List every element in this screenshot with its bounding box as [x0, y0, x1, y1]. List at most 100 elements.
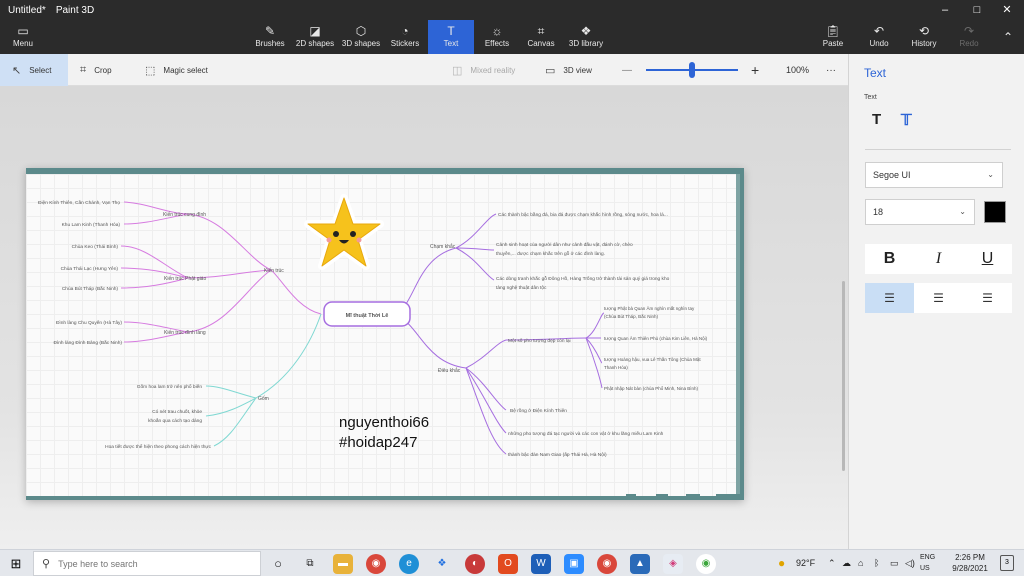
align-center-button[interactable]: ☰: [914, 283, 963, 313]
magic-select-button[interactable]: ⬚ Magic select: [145, 54, 225, 86]
magic-select-icon: ⬚: [145, 64, 156, 77]
star-sticker[interactable]: [304, 194, 384, 270]
edge-icon[interactable]: e: [399, 554, 419, 574]
paste-button[interactable]: 📋︎ Paste: [818, 20, 848, 54]
italic-button[interactable]: I: [914, 244, 963, 274]
cortana-icon[interactable]: ○: [268, 554, 288, 574]
app-icon-red[interactable]: ◐: [465, 554, 485, 574]
chrome-icon[interactable]: ◉: [366, 554, 386, 574]
leaf-tuong-2: tượng Quan Âm Thiên Phủ (chùa Kim Liên, …: [604, 335, 708, 341]
close-button[interactable]: ✕: [990, 0, 1024, 20]
node-kien-truc: Kiến trúc: [264, 268, 284, 274]
font-family-dropdown[interactable]: Segoe UI ⌄: [865, 162, 1003, 188]
text-side-panel: Text Text T 𝕋 Segoe UI ⌄ 18 ⌄ B I U ☰ ☰ ☰: [848, 54, 1024, 549]
chrome-icon-2[interactable]: ◉: [597, 554, 617, 574]
chrome-canary-icon[interactable]: ◉: [696, 554, 716, 574]
menu-button[interactable]: ▭ Menu: [6, 20, 40, 54]
maximize-button[interactable]: □: [960, 0, 994, 20]
canvas-icon: ⌗: [537, 24, 545, 38]
underline-button[interactable]: U: [963, 244, 1012, 274]
weather-temp[interactable]: 92°F: [796, 550, 815, 576]
leaf-tuong-4: Phật nhập Nát bàn (chùa Phổ Minh, Nina B…: [604, 385, 699, 391]
main-ribbon: ▭ Menu ✎ Brushes ◪ 2D shapes ⬡ 3D shapes ◔ St…: [0, 20, 1024, 54]
library-3d-button[interactable]: ❖ 3D library: [566, 20, 606, 54]
cube-icon: ⬡: [355, 24, 367, 38]
photos-icon[interactable]: ▲: [630, 554, 650, 574]
network-icon[interactable]: ⌂: [858, 550, 863, 576]
crop-icon: ⌗: [80, 63, 87, 76]
vertical-scrollbar[interactable]: [842, 281, 845, 471]
leaf-tuong-1b: (Chùa Bút Tháp, Bắc Ninh): [604, 313, 658, 319]
leaf-cham-1: Các thành bậc bằng đá, bia đá được chạm …: [498, 211, 668, 218]
effects-button[interactable]: ☼ Effects: [480, 20, 514, 54]
zoom-app-icon[interactable]: ▣: [564, 554, 584, 574]
crop-button[interactable]: ⌗ Crop: [80, 54, 130, 86]
panel-divider: [865, 149, 1011, 150]
zoom-level[interactable]: 100%: [786, 54, 816, 86]
bluetooth-icon[interactable]: ᛒ: [874, 550, 879, 576]
search-input[interactable]: [58, 558, 239, 569]
bold-button[interactable]: B: [865, 244, 914, 274]
tray-chevron-icon[interactable]: ⌃: [828, 550, 836, 576]
taskbar-search[interactable]: ⚲: [33, 551, 261, 576]
leaf-gom-net-2: khoắn qua cách tạo dáng: [148, 417, 202, 424]
text-2d-icon[interactable]: T: [872, 111, 881, 128]
volume-icon[interactable]: ◁): [905, 550, 915, 576]
shapes-3d-button[interactable]: ⬡ 3D shapes: [340, 20, 382, 54]
file-explorer-icon[interactable]: ▬: [333, 554, 353, 574]
leaf-tuong-3b: Thanh Hóa): [604, 365, 628, 370]
leaf-lam-kinh: Khu Lam Kinh (Thanh Hóa): [62, 222, 121, 228]
shapes-2d-button[interactable]: ◪ 2D shapes: [294, 20, 336, 54]
gom-branches: [205, 313, 322, 447]
select-button[interactable]: ↖ Select: [0, 54, 68, 86]
leaf-dan-nam-giao: thành bậc đàn Nam Giao (ấp Thái Hà, Hà N…: [508, 452, 607, 458]
dropbox-icon[interactable]: ❖: [432, 554, 452, 574]
brush-icon: ✎: [264, 24, 276, 38]
align-right-button[interactable]: ☰: [963, 283, 1012, 313]
text-3d-icon[interactable]: 𝕋: [901, 111, 912, 129]
mixed-reality-button[interactable]: ◫ Mixed reality: [452, 54, 532, 86]
language-indicator[interactable]: ENG US: [920, 552, 935, 574]
weather-icon[interactable]: ●: [778, 550, 785, 576]
leaf-cham-2a: Cảnh sinh hoạt của người dân như cảnh đấ…: [496, 241, 633, 248]
left-labels: Kiến trúc Kiến trúc cung đình Kiến trúc …: [38, 200, 284, 450]
shapes-2d-icon: ◪: [309, 24, 321, 38]
central-node-label: Mĩ thuật Thời Lê: [346, 313, 389, 319]
more-options-button[interactable]: ···: [826, 54, 842, 86]
node-kt-phat-giao: Kiến trúc Phật giáo: [164, 276, 206, 282]
text-tool-button[interactable]: T Text: [428, 20, 474, 54]
sun-icon: ☼: [491, 24, 503, 38]
paint-3d-icon[interactable]: ◈: [663, 554, 683, 574]
align-left-button[interactable]: ☰: [865, 283, 914, 313]
align-center-icon: ☰: [933, 291, 944, 305]
node-pho-tuong: Một số pho tượng đẹp còn lại: [508, 338, 571, 344]
onedrive-icon[interactable]: ☁: [842, 550, 851, 576]
library-icon: ❖: [580, 24, 592, 38]
clock[interactable]: 2:26 PM 9/28/2021: [940, 552, 1000, 574]
canvas-button[interactable]: ⌗ Canvas: [524, 20, 558, 54]
office-icon[interactable]: O: [498, 554, 518, 574]
zoom-out-button[interactable]: —: [622, 54, 636, 86]
cursor-icon: ↖: [12, 64, 22, 77]
watermark-line-1: nguyenthoi66: [339, 414, 430, 431]
undo-button[interactable]: ↶ Undo: [864, 20, 894, 54]
collapse-ribbon-button[interactable]: ⌃: [996, 20, 1020, 54]
history-button[interactable]: ⟲ History: [906, 20, 942, 54]
text-color-swatch[interactable]: [984, 201, 1006, 223]
text-overlay[interactable]: nguyenthoi66 #hoidap247: [339, 413, 429, 453]
task-view-icon[interactable]: ⧉: [300, 554, 320, 574]
word-icon[interactable]: W: [531, 554, 551, 574]
start-button[interactable]: ⊞: [0, 550, 32, 576]
minimize-button[interactable]: –: [928, 0, 962, 20]
font-size-dropdown[interactable]: 18 ⌄: [865, 199, 975, 225]
brushes-button[interactable]: ✎ Brushes: [252, 20, 288, 54]
zoom-slider-thumb[interactable]: [689, 62, 695, 78]
zoom-in-button[interactable]: +: [751, 54, 765, 86]
text-type-label: Text: [864, 94, 877, 101]
leaf-tuong-3a: tượng Hoàng hậu, vua Lê Thần Tông (Chùa …: [604, 357, 701, 362]
redo-button[interactable]: ↷ Redo: [954, 20, 984, 54]
notification-icon[interactable]: 3: [1000, 555, 1014, 571]
view-3d-button[interactable]: ▭ 3D view: [545, 54, 605, 86]
stickers-button[interactable]: ◔ Stickers: [388, 20, 422, 54]
battery-icon[interactable]: ▭: [890, 550, 899, 576]
